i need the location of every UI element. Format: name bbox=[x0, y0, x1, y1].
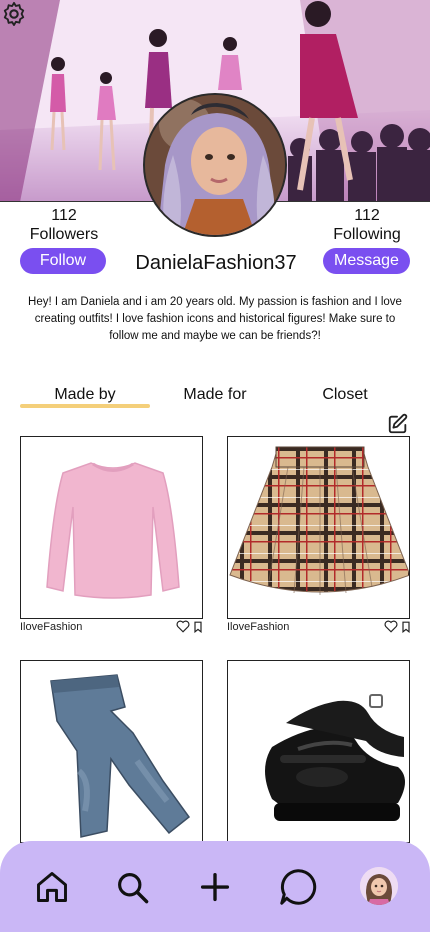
edit-icon[interactable] bbox=[387, 413, 409, 435]
gear-icon[interactable] bbox=[0, 0, 28, 28]
following-count: 112 bbox=[354, 207, 380, 224]
bookmark-icon[interactable] bbox=[401, 620, 411, 638]
tab-closet[interactable]: Closet bbox=[280, 386, 410, 404]
pink-sweater-image bbox=[46, 462, 180, 599]
chat-icon[interactable] bbox=[278, 867, 318, 907]
active-tab-indicator bbox=[20, 404, 150, 408]
follow-button[interactable]: Follow bbox=[20, 248, 106, 274]
following-label: Following bbox=[333, 226, 401, 243]
profile-nav-avatar[interactable] bbox=[360, 867, 398, 905]
followers-stat[interactable]: 112 Followers bbox=[14, 206, 114, 244]
followers-label: Followers bbox=[29, 226, 99, 243]
profile-bio: Hey! I am Daniela and i am 20 years old.… bbox=[28, 296, 402, 342]
jeans-image bbox=[50, 674, 191, 838]
following-stat[interactable]: 112 Following bbox=[317, 206, 417, 244]
plaid-skirt-image bbox=[229, 446, 409, 595]
heart-icon[interactable] bbox=[384, 620, 398, 638]
message-button[interactable]: Message bbox=[323, 248, 410, 274]
avatar-portrait bbox=[145, 95, 285, 235]
search-icon[interactable] bbox=[114, 869, 150, 905]
bottom-navigation bbox=[0, 841, 430, 932]
followers-count: 112 bbox=[51, 207, 77, 224]
heart-icon[interactable] bbox=[176, 620, 190, 638]
profile-avatar[interactable] bbox=[143, 93, 287, 237]
tab-made-by[interactable]: Made by bbox=[20, 386, 150, 404]
bookmark-icon[interactable] bbox=[193, 620, 203, 638]
item-card[interactable] bbox=[227, 436, 410, 619]
home-icon[interactable] bbox=[34, 869, 70, 905]
item-caption[interactable]: IloveFashion bbox=[227, 621, 289, 633]
item-caption[interactable]: IloveFashion bbox=[20, 621, 82, 633]
item-card[interactable] bbox=[227, 660, 410, 843]
avatar-thumbnail bbox=[360, 867, 398, 905]
black-shoes-image bbox=[265, 694, 405, 821]
username: DanielaFashion37 bbox=[135, 252, 297, 274]
tab-made-for[interactable]: Made for bbox=[150, 386, 280, 404]
item-card[interactable] bbox=[20, 660, 203, 843]
item-card[interactable] bbox=[20, 436, 203, 619]
plus-icon[interactable] bbox=[197, 869, 233, 905]
